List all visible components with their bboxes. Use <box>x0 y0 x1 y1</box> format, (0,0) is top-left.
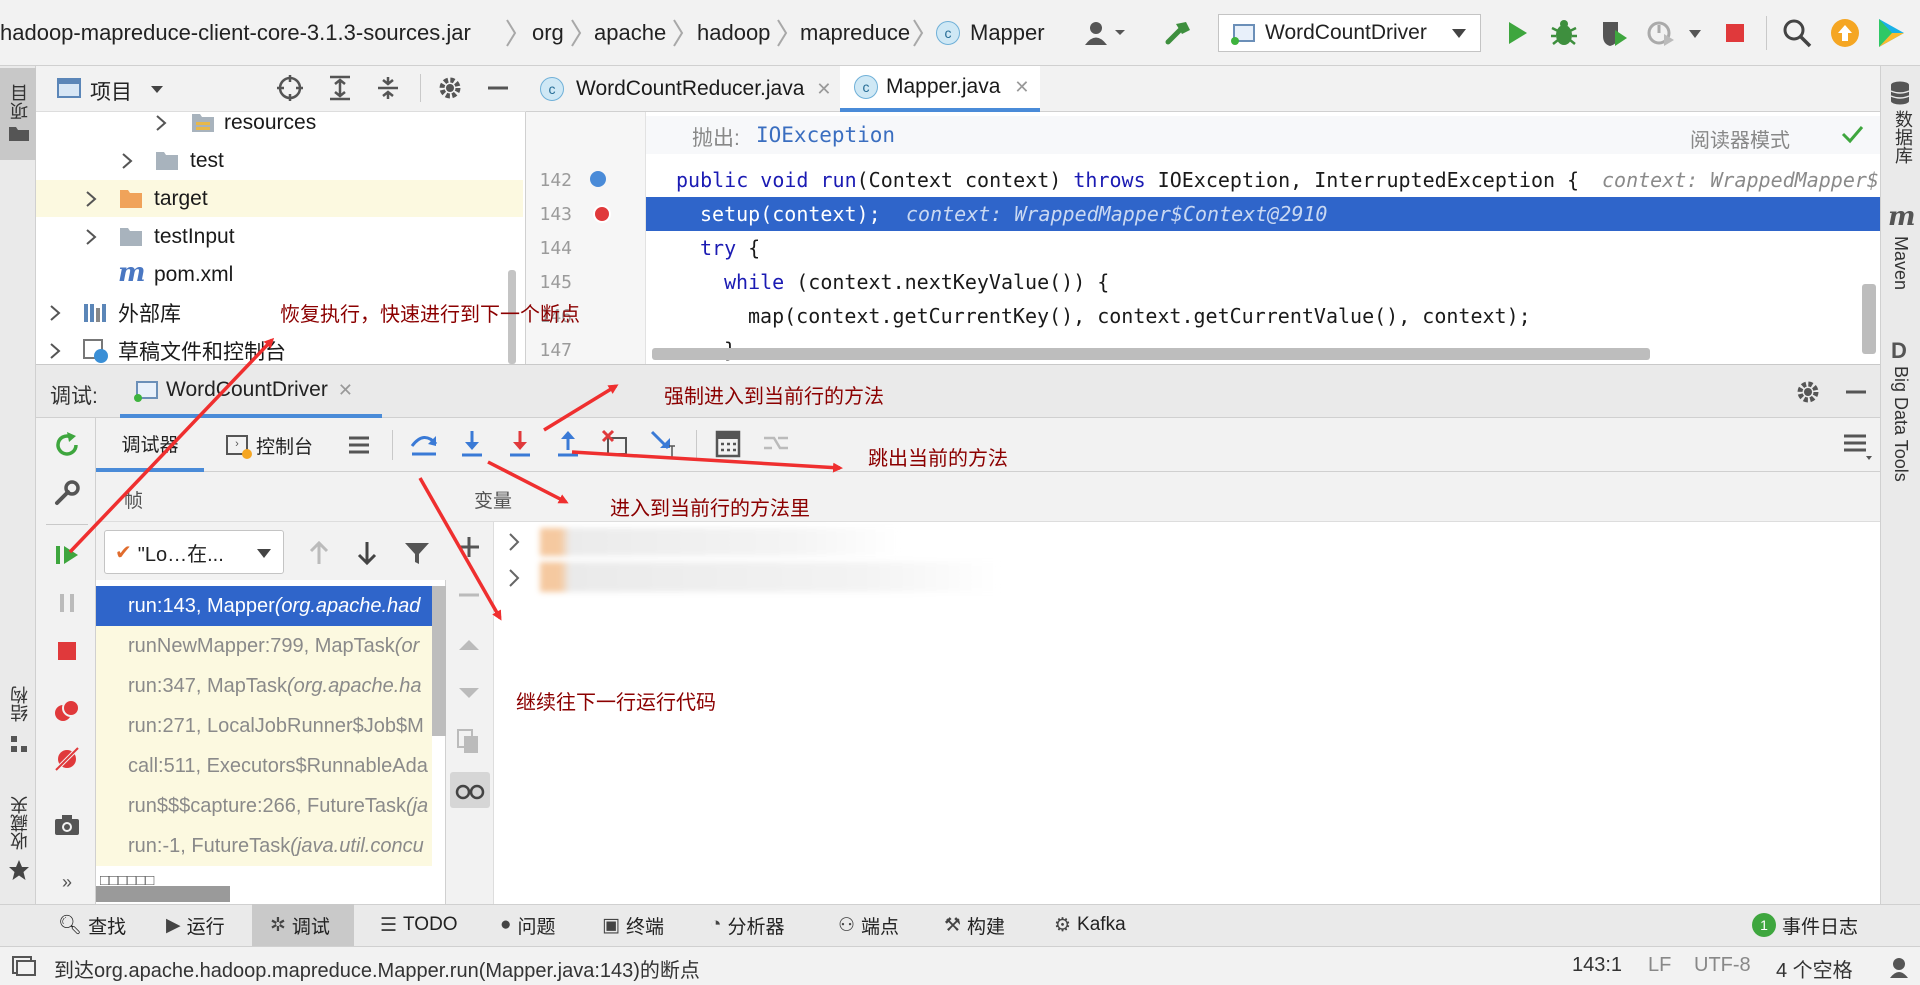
status-line-separator[interactable]: LF <box>1648 954 1671 977</box>
status-indent[interactable]: 4 个空格 <box>1776 954 1853 983</box>
bottom-tab-label: TODO <box>403 914 458 935</box>
status-message: 到达org.apache.hadoop.mapreduce.Mapper.run… <box>54 960 700 982</box>
annotation-step-into: 进入到当前行的方法里 <box>610 496 810 520</box>
bottom-tab-label: 构建 <box>967 916 1006 938</box>
bottom-tab-kafka[interactable]: ⚙ Kafka <box>1054 904 1126 946</box>
arrow-step-into <box>487 460 569 504</box>
arrow-step-over <box>418 477 502 621</box>
search-icon: 🔍︎ <box>58 915 83 936</box>
bottom-tab-label: 分析器 <box>727 916 785 938</box>
event-log-button[interactable]: 1 事件日志 <box>1752 904 1858 946</box>
status-encoding[interactable]: UTF-8 <box>1694 954 1751 977</box>
bottom-tab-endpoints[interactable]: ⚇ 端点 <box>838 904 899 946</box>
bottom-tab-label: 调试 <box>291 916 330 938</box>
bottom-tab-label: 端点 <box>861 916 900 938</box>
bottom-tab-label: 问题 <box>517 916 556 938</box>
arrow-step-out <box>571 450 843 473</box>
inspector-icon[interactable] <box>1886 954 1912 980</box>
bottom-tab-label: 终端 <box>625 916 664 938</box>
annotation-arrows <box>68 337 843 621</box>
event-log-label: 事件日志 <box>1782 916 1859 938</box>
info-icon: ● <box>500 914 512 935</box>
list-icon: ☰ <box>380 914 398 936</box>
profiler-icon: ◔ <box>710 914 722 935</box>
bottom-tab-debug[interactable]: ✲ 调试 <box>270 904 330 946</box>
terminal-icon: ▣ <box>602 914 620 936</box>
build-hammer-icon: ⚒ <box>944 914 962 936</box>
event-log-badge: 1 <box>1752 913 1776 937</box>
bottom-tab-label: 查找 <box>88 916 127 938</box>
annotation-force-step-into: 强制进入到当前行的方法 <box>664 384 884 408</box>
bottom-tab-find[interactable]: 🔍︎ 查找 <box>58 904 126 946</box>
annotation-resume: 恢复执行，快速进行到下一个断点 <box>280 302 580 326</box>
bottom-tab-problems[interactable]: ● 问题 <box>500 904 556 946</box>
bottom-tab-profiler[interactable]: ◔ 分析器 <box>710 904 785 946</box>
bottom-tab-build[interactable]: ⚒ 构建 <box>944 904 1005 946</box>
endpoints-icon: ⚇ <box>838 914 856 936</box>
bottom-tab-label: Kafka <box>1077 914 1126 935</box>
kafka-icon: ⚙ <box>1054 914 1072 936</box>
bottom-tab-terminal[interactable]: ▣ 终端 <box>602 904 664 946</box>
annotation-step-out: 跳出当前的方法 <box>868 446 1008 470</box>
toggle-tool-windows-icon[interactable] <box>10 952 36 978</box>
bottom-tab-label: 运行 <box>186 916 225 938</box>
bottom-tab-run[interactable]: ▶ 运行 <box>166 904 225 946</box>
run-icon: ▶ <box>166 914 181 936</box>
debug-bug-icon: ✲ <box>270 914 286 936</box>
arrow-force-step-into <box>543 384 619 432</box>
arrow-resume <box>68 337 275 554</box>
bottom-tab-todo[interactable]: ☰ TODO <box>380 904 458 946</box>
status-position[interactable]: 143:1 <box>1572 954 1622 977</box>
annotation-step-over: 继续往下一行运行代码 <box>516 690 716 714</box>
